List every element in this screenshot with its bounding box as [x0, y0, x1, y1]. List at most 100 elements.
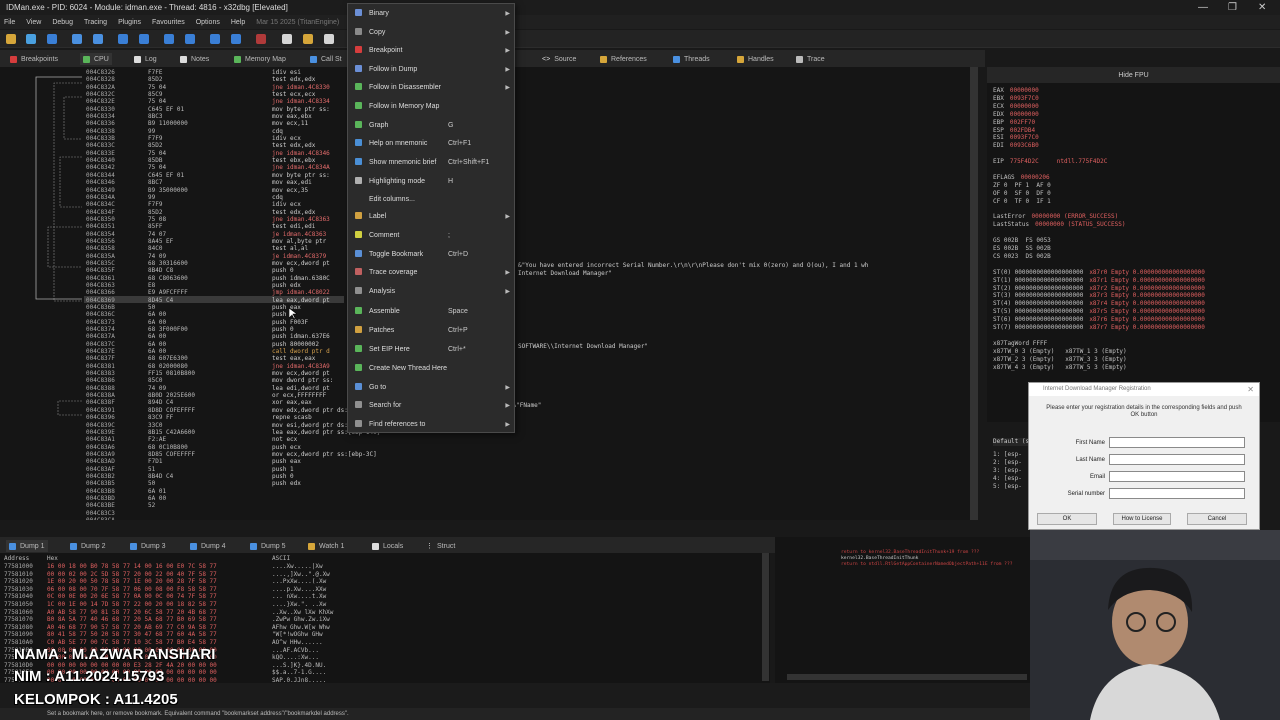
- tab-threads[interactable]: Threads: [673, 53, 710, 65]
- disasm-address[interactable]: 004C83B5: [86, 480, 115, 487]
- register-line[interactable]: ST(2) 0000000000000000000 x87r2 Empty 0.0…: [993, 285, 1223, 293]
- register-line[interactable]: ES 002B SS 002B: [993, 245, 1075, 253]
- disasm-address[interactable]: 004C83BE: [86, 502, 115, 509]
- register-line[interactable]: [993, 332, 1021, 340]
- stack-hscrollbar[interactable]: [787, 674, 1027, 680]
- first-name-field[interactable]: [1109, 437, 1245, 448]
- trace-into-icon[interactable]: [164, 34, 174, 44]
- register-line[interactable]: x87TW_0 3 (Empty) x87TW_1 3 (Empty): [993, 348, 1151, 356]
- menu-debug[interactable]: Debug: [52, 19, 73, 26]
- pause-icon[interactable]: [93, 34, 103, 44]
- register-line[interactable]: ST(4) 0000000000000000000 x87r4 Empty 0.0…: [993, 300, 1223, 308]
- register-line[interactable]: [993, 206, 1021, 214]
- disasm-address[interactable]: 004C83A1: [86, 436, 115, 443]
- register-line[interactable]: EDX 00000000: [993, 111, 1057, 119]
- open-icon[interactable]: [6, 34, 16, 44]
- register-line[interactable]: ST(3) 0000000000000000000 x87r3 Empty 0.0…: [993, 292, 1223, 300]
- menu-item-create-new-thread-here[interactable]: Create New Thread Here: [348, 359, 514, 377]
- register-line[interactable]: x87TW_2 3 (Empty) x87TW_3 3 (Empty): [993, 356, 1151, 364]
- register-line[interactable]: ZF 0 PF 1 AF 0: [993, 182, 1075, 190]
- register-line[interactable]: ST(0) 0000000000000000000 x87r0 Empty 0.0…: [993, 269, 1223, 277]
- menu-item-graph[interactable]: Graph G: [348, 116, 514, 134]
- how-to-license-button[interactable]: How to License: [1113, 513, 1171, 525]
- disasm-address[interactable]: 004C8369: [86, 297, 115, 304]
- register-line[interactable]: [993, 166, 1021, 174]
- menu-item-help-on-mnemonic[interactable]: Help on mnemonic Ctrl+F1: [348, 134, 514, 152]
- disasm-address[interactable]: 004C8350: [86, 216, 115, 223]
- tab-dump-4[interactable]: Dump 4: [190, 540, 226, 552]
- register-line[interactable]: x87TagWord FFFF: [993, 340, 1071, 348]
- disasm-address[interactable]: 004C837E: [86, 348, 115, 355]
- menu-item-label[interactable]: Label ▶: [348, 207, 514, 225]
- disasm-address[interactable]: 004C8330: [86, 106, 115, 113]
- disasm-address[interactable]: 004C8344: [86, 172, 115, 179]
- disasm-address[interactable]: 004C8358: [86, 245, 115, 252]
- disasm-address[interactable]: 004C83BD: [86, 495, 115, 502]
- email-field[interactable]: [1109, 471, 1245, 482]
- tab-dump-1[interactable]: Dump 1: [6, 540, 48, 552]
- dump-address[interactable]: 77581070: [4, 616, 33, 624]
- register-line[interactable]: EBX 0093F7C0: [993, 95, 1057, 103]
- tab-trace[interactable]: Trace: [796, 53, 825, 65]
- menu-item-search-for[interactable]: Search for ▶: [348, 396, 514, 414]
- stop-icon[interactable]: [47, 34, 57, 44]
- register-line[interactable]: ESP 002FDB4: [993, 127, 1053, 135]
- tab-memory-map[interactable]: Memory Map: [234, 53, 286, 65]
- dump-address[interactable]: 77581020: [4, 578, 33, 586]
- disasm-address[interactable]: 004C83AF: [86, 466, 115, 473]
- disasm-address[interactable]: 004C834F: [86, 209, 115, 216]
- menu-item-find-references-to[interactable]: Find references to ▶: [348, 415, 514, 433]
- execute-till-return-icon[interactable]: [210, 34, 220, 44]
- disasm-address[interactable]: 004C83B8: [86, 488, 115, 495]
- register-line[interactable]: EDI 0093C6B0: [993, 142, 1057, 150]
- menu-help[interactable]: Help: [231, 19, 245, 26]
- disasm-address[interactable]: 004C8363: [86, 282, 115, 289]
- cancel-button[interactable]: Cancel: [1187, 513, 1247, 525]
- disasm-address[interactable]: 004C8336: [86, 120, 115, 127]
- menu-item-copy[interactable]: Copy ▶: [348, 23, 514, 41]
- menu-item-set-eip-here[interactable]: Set EIP Here Ctrl+*: [348, 340, 514, 358]
- pen-icon[interactable]: [282, 34, 292, 44]
- tab-handles[interactable]: Handles: [737, 53, 774, 65]
- menu-item-binary[interactable]: Binary ▶: [348, 4, 514, 22]
- register-line[interactable]: CS 0023 DS 002B: [993, 253, 1075, 261]
- step-over-icon[interactable]: [139, 34, 149, 44]
- tab-breakpoints[interactable]: Breakpoints: [10, 53, 58, 65]
- menu-item-breakpoint[interactable]: Breakpoint ▶: [348, 41, 514, 59]
- dump-address[interactable]: 77581010: [4, 571, 33, 579]
- menu-tracing[interactable]: Tracing: [84, 19, 107, 26]
- tab-watch-1[interactable]: Watch 1: [308, 540, 344, 552]
- minimize-icon[interactable]: —: [1198, 2, 1208, 13]
- step-into-icon[interactable]: [118, 34, 128, 44]
- disasm-address[interactable]: 004C8326: [86, 69, 115, 76]
- menu-favourites[interactable]: Favourites: [152, 19, 185, 26]
- trace-over-icon[interactable]: [185, 34, 195, 44]
- comment-icon[interactable]: [303, 34, 313, 44]
- menu-item-comment[interactable]: Comment;: [348, 226, 514, 244]
- dump-address[interactable]: 77581000: [4, 563, 33, 571]
- menu-item-follow-in-dump[interactable]: Follow in Dump ▶: [348, 60, 514, 78]
- menu-options[interactable]: Options: [196, 19, 220, 26]
- disasm-address[interactable]: 004C833E: [86, 150, 115, 157]
- disasm-address[interactable]: 004C835F: [86, 267, 115, 274]
- disasm-address[interactable]: 004C8388: [86, 385, 115, 392]
- menu-view[interactable]: View: [26, 19, 41, 26]
- disasm-address[interactable]: 004C83CA: [86, 517, 115, 520]
- register-line[interactable]: LastError 00000000 (ERROR_SUCCESS): [993, 213, 1136, 221]
- menu-item-highlighting-mode[interactable]: Highlighting mode H: [348, 172, 514, 190]
- tab-source[interactable]: <> Source: [542, 53, 576, 65]
- disasm-address[interactable]: 004C8349: [86, 187, 115, 194]
- disasm-address[interactable]: 004C832A: [86, 84, 115, 91]
- disasm-address[interactable]: 004C8366: [86, 289, 115, 296]
- register-line[interactable]: ECX 00000000: [993, 103, 1057, 111]
- register-line[interactable]: ST(1) 0000000000000000000 x87r1 Empty 0.0…: [993, 277, 1223, 285]
- disasm-address[interactable]: 004C8381: [86, 363, 115, 370]
- tab-struct[interactable]: ⋮ Struct: [426, 540, 455, 552]
- disasm-address[interactable]: 004C8356: [86, 238, 115, 245]
- dialog-close-icon[interactable]: ✕: [1247, 385, 1254, 394]
- disasm-address[interactable]: 004C83A9: [86, 451, 115, 458]
- close-icon[interactable]: ✕: [1258, 2, 1266, 13]
- register-line[interactable]: EAX 00000000: [993, 87, 1057, 95]
- disasm-address[interactable]: 004C838F: [86, 399, 115, 406]
- dump-address[interactable]: 77581030: [4, 586, 33, 594]
